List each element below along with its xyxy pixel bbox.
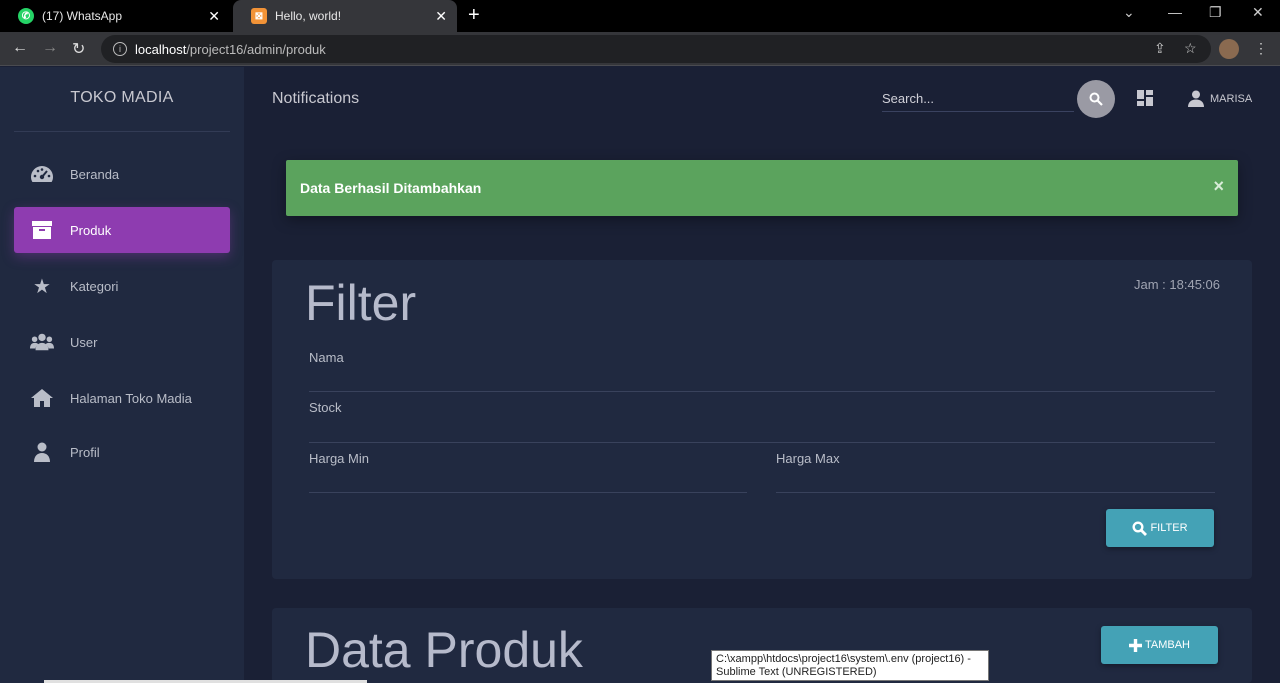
sidebar: TOKO MADIA Beranda Produk ★ Kategori Use… [0,67,244,683]
tab-label: Hello, world! [275,9,342,23]
sidebar-item-label: Kategori [70,278,119,294]
home-icon [30,387,54,409]
sidebar-item-kategori[interactable]: ★ Kategori [14,263,230,309]
harga-min-label: Harga Min [309,451,369,466]
forward-icon[interactable]: → [42,39,58,57]
users-icon [30,331,54,353]
dashboard-icon [30,163,54,185]
clock: Jam : 18:45:06 [1134,277,1220,292]
whatsapp-icon: ✆ [18,8,34,24]
filter-button[interactable]: FILTER [1106,509,1214,547]
search-button[interactable] [1077,80,1115,118]
plus-icon [1128,638,1142,652]
person-icon [30,441,54,463]
sidebar-item-label: Produk [70,222,112,238]
harga-max-field[interactable] [776,492,1215,493]
profile-avatar[interactable] [1219,39,1239,59]
sidebar-item-label: Profil [70,444,100,460]
search-input[interactable] [882,86,1074,112]
sidebar-item-beranda[interactable]: Beranda [14,151,230,197]
tooltip-line: Sublime Text (UNREGISTERED) [716,666,877,678]
close-icon[interactable]: ✕ [208,8,220,25]
tambah-button[interactable]: TAMBAH [1101,626,1218,664]
dashboard-grid-icon[interactable] [1137,90,1153,106]
tab-whatsapp[interactable]: ✆ (17) WhatsApp ✕ [0,0,230,32]
stock-label: Stock [309,400,342,415]
filter-card: Filter Jam : 18:45:06 Nama Stock Harga M… [272,260,1252,579]
close-icon[interactable]: ✕ [435,8,447,25]
data-produk-title: Data Produk [305,622,583,678]
sidebar-item-halaman-toko-madia[interactable]: Halaman Toko Madia [14,375,230,421]
address-bar: ← → ↻ i localhost /project16/admin/produ… [0,32,1280,66]
person-icon [1188,90,1204,107]
url-path: /project16/admin/produk [186,41,326,57]
tooltip-line: C:\xampp\htdocs\project16\system\.env (p… [716,653,971,665]
bookmark-star-icon[interactable]: ☆ [1184,40,1197,57]
back-icon[interactable]: ← [12,39,28,57]
xampp-icon: ⊠ [251,8,267,24]
sidebar-item-profil[interactable]: Profil [14,429,230,475]
url-field[interactable]: i localhost /project16/admin/produk [101,35,1211,63]
stock-field[interactable] [309,442,1215,443]
brand-title[interactable]: TOKO MADIA [0,89,244,107]
new-tab-icon[interactable]: + [468,4,480,27]
taskbar-tooltip: C:\xampp\htdocs\project16\system\.env (p… [711,650,989,681]
sidebar-item-label: Beranda [70,166,120,182]
tab-hello-world[interactable]: ⊠ Hello, world! ✕ [233,0,457,32]
archive-icon [30,219,54,241]
sidebar-item-label: User [70,334,98,350]
tab-label: (17) WhatsApp [42,9,123,23]
window-close-icon[interactable]: ✕ [1252,4,1264,21]
tambah-button-label: TAMBAH [1144,639,1191,651]
info-icon[interactable]: i [113,42,127,56]
alert-message: Data Berhasil Ditambahkan [300,180,482,196]
menu-dots-icon[interactable]: ⋮ [1254,40,1268,57]
search-icon [1132,520,1148,536]
harga-min-field[interactable] [309,492,747,493]
close-icon[interactable]: × [1213,176,1224,197]
success-alert: Data Berhasil Ditambahkan × [286,160,1238,216]
url-host: localhost [135,41,187,57]
chevron-down-icon[interactable]: ⌄ [1123,4,1135,21]
filter-button-label: FILTER [1150,522,1188,534]
filter-title: Filter [305,275,417,331]
reload-icon[interactable]: ↻ [72,39,85,59]
sidebar-item-label: Halaman Toko Madia [70,390,192,406]
divider [14,131,230,132]
browser-tab-bar: ✆ (17) WhatsApp ✕ ⊠ Hello, world! ✕ + ⌄ … [0,0,1280,32]
search-icon [1089,92,1103,106]
user-menu[interactable]: MARISA [1188,90,1252,107]
star-icon: ★ [33,275,51,298]
sidebar-item-produk[interactable]: Produk [14,207,230,253]
user-name: MARISA [1210,92,1253,105]
page-title[interactable]: Notifications [272,90,359,108]
sidebar-item-user[interactable]: User [14,319,230,365]
minimize-icon[interactable]: — [1168,4,1182,20]
harga-max-label: Harga Max [776,451,840,466]
nama-label: Nama [309,350,344,365]
restore-icon[interactable]: ❐ [1209,4,1222,21]
share-icon[interactable]: ⇪ [1154,40,1166,57]
nama-field[interactable] [309,391,1215,392]
